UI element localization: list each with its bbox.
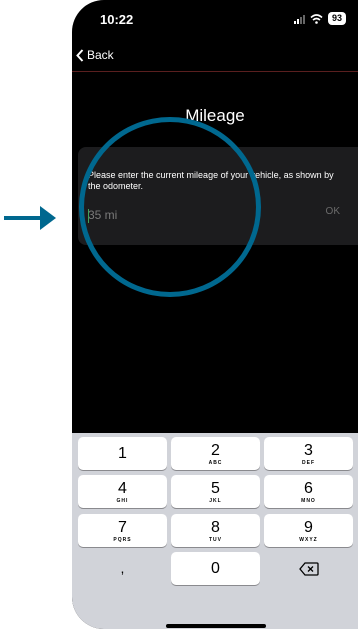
key-delete[interactable]: [264, 552, 353, 585]
key-6[interactable]: 6 MNO: [264, 475, 353, 508]
status-icons: 93: [293, 12, 346, 25]
key-9[interactable]: 9 WXYZ: [264, 514, 353, 547]
status-bar: 10:22 93: [72, 0, 358, 42]
home-indicator: [166, 624, 266, 628]
key-5[interactable]: 5 JKL: [171, 475, 260, 508]
delete-backspace-icon: [298, 562, 319, 576]
status-time: 10:22: [100, 12, 134, 27]
wifi-icon: [310, 13, 323, 24]
dialog-message: Please enter the current mileage of your…: [88, 170, 334, 191]
key-comma[interactable]: ,: [78, 552, 167, 585]
page-title: Mileage: [185, 106, 245, 125]
mileage-dialog: Please enter the current mileage of your…: [78, 147, 358, 245]
cellular-signal-icon: [293, 14, 305, 24]
ok-button[interactable]: OK: [326, 206, 340, 217]
key-2[interactable]: 2 ABC: [171, 437, 260, 470]
key-1[interactable]: 1: [78, 437, 167, 470]
key-7[interactable]: 7 PQRS: [78, 514, 167, 547]
navigation-bar: Back: [72, 42, 358, 72]
key-8[interactable]: 8 TUV: [171, 514, 260, 547]
back-label: Back: [87, 48, 114, 62]
mileage-input[interactable]: [88, 208, 238, 222]
text-cursor: [88, 209, 89, 223]
numeric-keyboard: 1 2 ABC 3 DEF 4 GHI 5 JKL 6 MNO 7 PQRS 8…: [72, 433, 358, 629]
phone-screen: 10:22 93 Back Mileage Please enter the c…: [72, 0, 358, 629]
key-3[interactable]: 3 DEF: [264, 437, 353, 470]
back-button[interactable]: Back: [76, 48, 114, 62]
key-4[interactable]: 4 GHI: [78, 475, 167, 508]
key-0[interactable]: 0: [171, 552, 260, 585]
pointer-arrow-icon: [4, 206, 56, 230]
battery-indicator: 93: [327, 12, 346, 25]
chevron-left-icon: [76, 48, 84, 62]
